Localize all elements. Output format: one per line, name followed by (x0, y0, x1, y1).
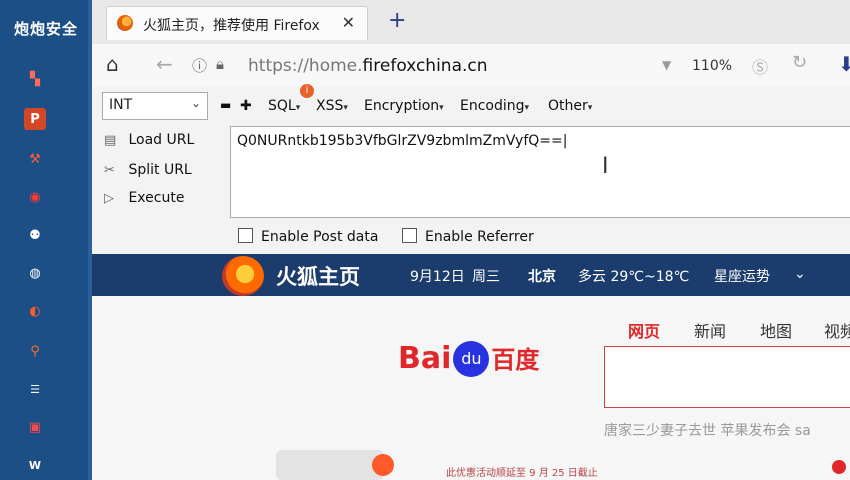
baidu-logo[interactable]: Bai du 百度 (398, 340, 539, 377)
firefox-window: 火狐主页，推荐使用 Firefox ✕ + ⌂ ← ⓘ 🔒︎ https://h… (88, 0, 850, 480)
menu-encoding[interactable]: Encoding▾ (460, 98, 529, 114)
load-url-icon: ▤ (104, 133, 117, 148)
network-icon[interactable]: ⚉ (24, 224, 46, 246)
horoscope-link[interactable]: 星座运势 (714, 266, 770, 286)
close-tab-icon[interactable]: ✕ (342, 13, 355, 32)
type-select[interactable]: INT ⌄ (102, 92, 208, 120)
firefox-logo-icon[interactable] (222, 256, 264, 296)
record-icon[interactable]: ◉ (24, 186, 46, 208)
slides-icon[interactable]: ▚ (24, 68, 46, 90)
search-tab-map[interactable]: 地图 (760, 318, 792, 342)
execute-button[interactable]: ▷ Execute (104, 190, 184, 206)
chevron-down-icon[interactable]: ⌄ (794, 266, 806, 282)
menu-other[interactable]: Other▾ (548, 98, 592, 114)
type-select-value: INT (109, 97, 133, 113)
baidu-logo-cn: 百度 (491, 346, 540, 374)
tab-title: 火狐主页，推荐使用 Firefox (143, 18, 320, 34)
page-content: 火狐主页 9月12日 周三 北京 多云 29℃~18℃ 星座运势 ⌄ 网页 新闻… (92, 254, 850, 480)
url-prefix: https://home. (248, 56, 363, 76)
url-textarea[interactable]: Q0NURntkb195b3VfbGlrZV9zbmlmZmVyfQ==| (230, 126, 850, 218)
doc-icon[interactable]: ☰ (24, 378, 46, 400)
hot-searches[interactable]: 唐家三少妻子去世 苹果发布会 sa (604, 420, 811, 440)
chevron-down-icon: ⌄ (190, 96, 201, 110)
hackbar-panel: INT ⌄ ▬ ✚ SQL▾ i XSS▾ Encryption▾ Encodi… (92, 84, 850, 254)
tools-icon[interactable]: ⚒ (24, 148, 46, 170)
enable-referrer-label: Enable Referrer (425, 229, 534, 245)
search-tab-news[interactable]: 新闻 (694, 318, 726, 342)
textarea-content: Q0NURntkb195b3VfbGlrZV9zbmlmZmVyfQ== (237, 133, 563, 149)
lock-icon[interactable]: 🔒︎ (216, 55, 224, 73)
weather-text[interactable]: 多云 29℃~18℃ (578, 266, 689, 286)
promo-banner-image[interactable] (276, 450, 384, 480)
menu-xss[interactable]: XSS▾ (316, 98, 348, 114)
left-taskbar: 炮炮安全 ▚ P ⚒ ◉ ⚉ ◍ ◐ ⚲ ☰ ▣ W (0, 0, 88, 480)
notification-badge[interactable]: i (300, 84, 314, 98)
new-tab-button[interactable]: + (388, 8, 406, 33)
search-input[interactable] (604, 346, 850, 408)
back-arrow-icon[interactable]: ← (156, 52, 173, 76)
text-cursor-icon: I (602, 154, 609, 179)
home-icon[interactable]: ⌂ (106, 52, 119, 76)
split-url-button[interactable]: ✂ Split URL (104, 162, 192, 178)
load-url-button[interactable]: ▤ Load URL (104, 132, 194, 148)
city-text[interactable]: 北京 (528, 266, 556, 286)
taskbar-title: 炮炮安全 (14, 20, 79, 38)
play-icon: ▷ (104, 191, 114, 206)
dropdown-icon[interactable]: ▼ (662, 58, 671, 72)
url-domain: firefoxchina.cn (362, 56, 488, 76)
date-text: 9月12日 (410, 269, 465, 285)
menu-encryption[interactable]: Encryption▾ (364, 98, 444, 114)
promo-logo-icon (372, 454, 394, 476)
red-dot-icon (832, 460, 846, 474)
plus-icon[interactable]: ✚ (240, 98, 252, 114)
baidu-paw-icon: du (453, 341, 490, 377)
gift-icon[interactable]: ▣ (24, 416, 46, 438)
promo-text[interactable]: 此优惠活动顺延至 9 月 25 日截止 (446, 464, 598, 479)
enable-referrer-checkbox[interactable]: Enable Referrer (402, 228, 534, 245)
search-icon[interactable]: ⚲ (24, 340, 46, 362)
tab-bar: 火狐主页，推荐使用 Firefox ✕ + (92, 0, 850, 44)
minus-icon[interactable]: ▬ (220, 98, 231, 112)
enable-post-label: Enable Post data (261, 229, 379, 245)
globe-icon[interactable]: ◍ (24, 262, 46, 284)
navigation-bar: ⌂ ← ⓘ 🔒︎ https://home.firefoxchina.cn ▼ … (92, 44, 850, 87)
download-icon[interactable]: ⬇ (838, 52, 850, 76)
enable-post-checkbox[interactable]: Enable Post data (238, 228, 378, 245)
menu-sql[interactable]: SQL▾ (268, 98, 300, 114)
reader-icon[interactable]: Ⓢ (752, 54, 768, 78)
active-tab[interactable]: 火狐主页，推荐使用 Firefox ✕ (106, 6, 368, 40)
word-icon[interactable]: W (24, 454, 46, 476)
scissors-icon: ✂ (104, 163, 115, 178)
site-brand[interactable]: 火狐主页 (276, 261, 360, 291)
firefox-favicon-icon (117, 15, 133, 31)
checkbox-box (402, 228, 417, 243)
checkbox-box (238, 228, 253, 243)
info-icon[interactable]: ⓘ (192, 55, 207, 76)
site-header: 火狐主页 9月12日 周三 北京 多云 29℃~18℃ 星座运势 ⌄ (92, 254, 850, 296)
zoom-level[interactable]: 110% (692, 58, 732, 74)
search-tab-web[interactable]: 网页 (628, 318, 660, 342)
baidu-logo-text: Bai (398, 341, 452, 376)
powerpoint-icon[interactable]: P (24, 108, 46, 130)
url-bar[interactable]: https://home.firefoxchina.cn (248, 56, 488, 76)
search-tab-video[interactable]: 视频 (824, 318, 850, 342)
weekday-text: 周三 (472, 269, 500, 285)
reload-icon[interactable]: ↻ (792, 52, 807, 73)
firefox-icon[interactable]: ◐ (24, 300, 46, 322)
